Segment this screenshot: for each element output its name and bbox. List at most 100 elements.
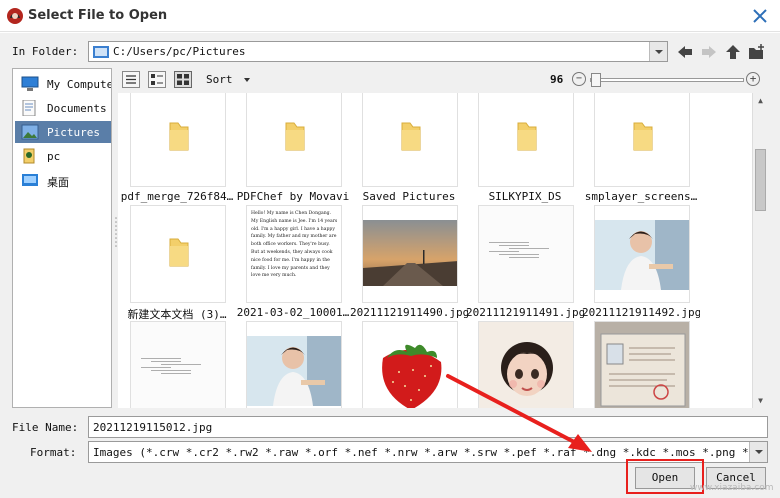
file-name-label: File Name:	[12, 421, 79, 434]
folder-path-text: C:/Users/pc/Pictures	[113, 45, 246, 58]
file-tile[interactable]: pdf_merge_726f84…	[118, 93, 234, 207]
file-tile[interactable]	[582, 321, 698, 408]
file-name-caption: 20211121911492.jpg	[582, 306, 700, 319]
file-tile[interactable]: 20211121911491.jpg	[466, 205, 584, 323]
file-thumbnail[interactable]: Hello! My name is Chen Dongang. My Engli…	[246, 205, 342, 303]
file-tile[interactable]	[466, 321, 582, 408]
document-scan-image	[479, 206, 573, 302]
user-icon	[23, 148, 35, 164]
places-panel: My Computer Documents Pictures pc	[12, 68, 112, 408]
place-desktop[interactable]: 桌面	[15, 169, 111, 191]
documents-icon	[22, 100, 36, 116]
place-my-computer[interactable]: My Computer	[15, 73, 111, 95]
file-thumbnail[interactable]	[362, 321, 458, 408]
file-name-input[interactable]: 20211219115012.jpg	[88, 416, 768, 438]
place-label: My Computer	[47, 78, 111, 91]
close-icon[interactable]	[750, 6, 770, 26]
file-name-caption: 20211121911491.jpg	[466, 306, 584, 319]
place-documents[interactable]: Documents	[15, 97, 111, 119]
file-thumbnail[interactable]	[362, 205, 458, 303]
certificate-image	[595, 322, 689, 408]
zoom-in-button[interactable]: +	[746, 72, 760, 86]
forward-arrow-icon[interactable]	[700, 43, 718, 61]
file-name-caption: smplayer_screens…	[584, 190, 698, 203]
file-name-caption: Saved Pictures	[362, 190, 456, 203]
file-tile[interactable]: Saved Pictures	[350, 93, 466, 207]
file-tile[interactable]: SILKYPIX_DS	[466, 93, 582, 207]
file-thumbnail[interactable]	[246, 321, 342, 408]
format-dropdown-button[interactable]	[749, 442, 767, 462]
folder-icon	[517, 122, 537, 151]
thumbnail-view-icon[interactable]	[174, 71, 192, 88]
back-arrow-icon[interactable]	[676, 43, 694, 61]
app-logo-icon	[7, 8, 23, 24]
place-pc[interactable]: pc	[15, 145, 111, 167]
chevron-down-icon	[755, 450, 763, 454]
file-name-caption: 20211121911490.jpg	[350, 306, 468, 319]
scroll-up-icon[interactable]: ▲	[753, 93, 768, 108]
folder-path-combo[interactable]: C:/Users/pc/Pictures	[88, 41, 668, 62]
file-thumbnail[interactable]	[594, 93, 690, 187]
up-folder-icon[interactable]	[724, 43, 742, 61]
file-thumbnail[interactable]	[594, 205, 690, 303]
file-thumbnail[interactable]	[594, 321, 690, 408]
file-name-caption: SILKYPIX_DS	[488, 190, 562, 203]
new-folder-icon[interactable]	[748, 43, 766, 61]
place-label: 桌面	[47, 176, 69, 189]
place-label: Documents	[47, 102, 107, 115]
strawberry-image	[382, 344, 442, 408]
view-toolbar: Sort 96 − +	[118, 68, 768, 92]
scroll-down-icon[interactable]: ▼	[753, 393, 768, 408]
scrollbar-thumb[interactable]	[755, 149, 766, 211]
file-thumbnail[interactable]	[130, 93, 226, 187]
file-name-caption: 2021-03-02_10001…	[236, 306, 350, 319]
folder-icon	[169, 238, 189, 267]
file-thumbnail[interactable]	[362, 93, 458, 187]
watermark: www.xiazaiba.com	[690, 483, 774, 493]
place-pictures[interactable]: Pictures	[15, 121, 111, 143]
title-bar: Select File to Open	[0, 0, 780, 32]
zoom-value: 96	[550, 73, 564, 86]
zoom-slider-thumb[interactable]	[591, 73, 601, 87]
file-tile[interactable]	[350, 321, 466, 408]
boy-photo-image	[247, 336, 341, 406]
file-thumbnail[interactable]	[130, 321, 226, 408]
file-name-caption: PDFChef by Movavi	[236, 190, 350, 203]
grid-scrollbar[interactable]: ▲ ▼	[752, 93, 768, 408]
folder-icon	[93, 46, 109, 58]
file-tile[interactable]	[118, 321, 234, 408]
file-thumbnail[interactable]	[478, 205, 574, 303]
list-view-icon[interactable]	[122, 71, 140, 88]
folder-icon	[401, 122, 421, 151]
zoom-slider-track[interactable]	[590, 78, 744, 82]
file-grid: pdf_merge_726f84… PDFChef by Movavi Saved …	[118, 93, 752, 408]
road-photo-image	[363, 220, 457, 286]
file-tile[interactable]: 新建文本文档 (3)…	[118, 205, 234, 323]
girl-drawing-image	[479, 322, 573, 408]
zoom-out-button[interactable]: −	[572, 72, 586, 86]
details-view-icon[interactable]	[148, 71, 166, 88]
path-dropdown-button[interactable]	[649, 42, 667, 61]
file-tile[interactable]	[234, 321, 350, 408]
file-thumbnail[interactable]	[246, 93, 342, 187]
file-dialog: In Folder: C:/Users/pc/Pictures My Compu…	[0, 33, 780, 498]
file-thumbnail[interactable]	[478, 321, 574, 408]
file-thumbnail[interactable]	[478, 93, 574, 187]
file-tile[interactable]: smplayer_screens…	[582, 93, 698, 207]
boy-photo-image	[595, 220, 689, 290]
file-tile[interactable]: 20211121911492.jpg	[582, 205, 700, 323]
chevron-down-icon	[655, 50, 663, 54]
file-tile[interactable]: Hello! My name is Chen Dongang. My Engli…	[234, 205, 350, 323]
place-label: pc	[47, 150, 61, 163]
place-label: Pictures	[47, 126, 100, 139]
file-name-caption: 新建文本文档 (3)…	[127, 308, 227, 321]
file-tile[interactable]: 20211121911490.jpg	[350, 205, 468, 323]
format-value: Images (*.crw *.cr2 *.rw2 *.raw *.orf *.…	[93, 446, 768, 459]
sort-menu[interactable]: Sort	[206, 73, 251, 86]
window-title: Select File to Open	[28, 8, 168, 23]
folder-icon	[285, 122, 305, 151]
file-thumbnail[interactable]	[130, 205, 226, 303]
chevron-down-icon	[244, 78, 251, 82]
file-name-caption: pdf_merge_726f84…	[120, 190, 234, 203]
file-tile[interactable]: PDFChef by Movavi	[234, 93, 350, 207]
